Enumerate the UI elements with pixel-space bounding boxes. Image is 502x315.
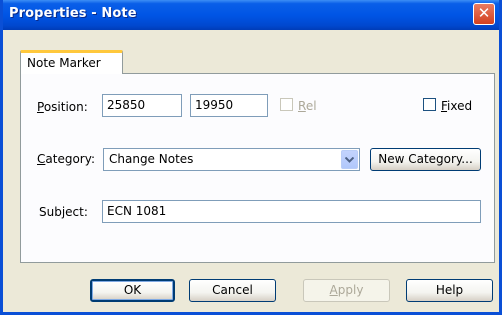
title-bar[interactable]: Properties - Note ✕ [3,0,499,30]
rel-checkbox[interactable] [280,98,293,111]
properties-note-dialog: Properties - Note ✕ Note Marker Position… [0,0,502,315]
rel-label: Rel [298,99,317,113]
ok-button[interactable]: OK [90,279,175,302]
category-selected-value: Change Notes [109,152,194,166]
position-x-input[interactable]: 25850 [102,94,182,117]
tab-note-marker[interactable]: Note Marker [20,50,123,74]
close-icon: ✕ [477,4,491,22]
close-button[interactable]: ✕ [473,3,495,25]
tab-label: Note Marker [27,56,101,70]
cancel-button[interactable]: Cancel [189,279,276,302]
new-category-button[interactable]: New Category... [370,148,481,171]
window-title: Properties - Note [9,6,137,21]
subject-label: Subject: [39,205,88,219]
apply-button[interactable]: Apply [303,279,390,302]
position-label: Position: [37,100,88,114]
position-label-rest: osition: [43,100,88,114]
category-label: Category: [37,152,95,166]
fixed-label: Fixed [441,99,473,113]
subject-input[interactable]: ECN 1081 [102,200,481,223]
category-select[interactable]: Change Notes [103,148,360,171]
dropdown-arrow-button[interactable] [341,150,358,169]
fixed-checkbox[interactable] [423,98,436,111]
help-button[interactable]: Help [406,279,493,302]
chevron-down-icon [345,157,354,163]
position-y-input[interactable]: 19950 [190,94,268,117]
